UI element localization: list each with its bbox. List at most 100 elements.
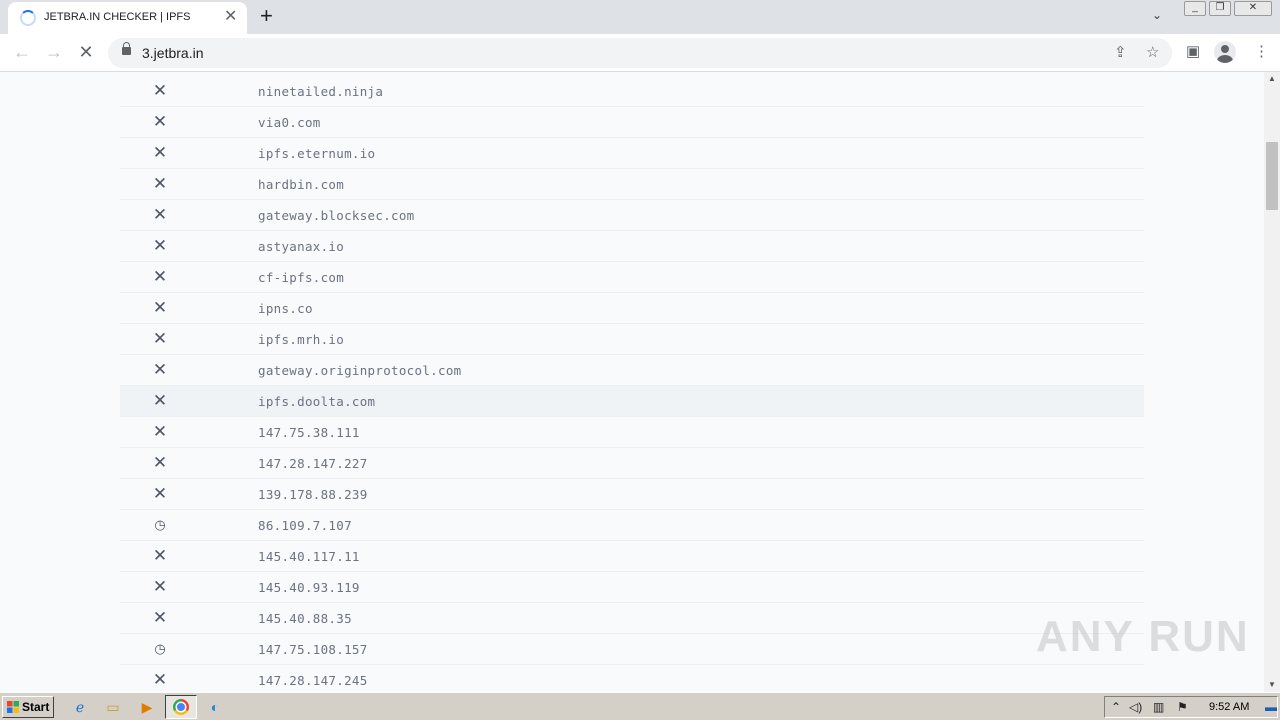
media-player-icon[interactable]: ▶ [137, 697, 157, 717]
restore-button[interactable]: ❐ [1209, 1, 1231, 16]
bookmark-star-icon[interactable]: ☆ [1146, 43, 1159, 61]
close-window-button[interactable]: ✕ [1234, 1, 1272, 16]
gateway-host: 147.75.38.111 [258, 425, 360, 440]
windows-logo-icon [7, 701, 19, 713]
address-bar[interactable]: 3.jetbra.in ⇪ ☆ [108, 38, 1172, 68]
menu-icon[interactable]: ⋮ [1254, 42, 1269, 60]
gateway-host: 145.40.117.11 [258, 549, 360, 564]
gateway-host: ipfs.eternum.io [258, 146, 376, 161]
gateway-host: 147.28.147.227 [258, 456, 368, 471]
show-desktop-icon[interactable]: ▬ [1265, 700, 1277, 714]
volume-icon[interactable]: ◁) [1129, 700, 1142, 714]
table-row: ◷ 86.109.7.107 [120, 510, 1144, 541]
failed-x-icon: ✕ [152, 608, 168, 627]
table-row: ✕ 145.40.117.11 [120, 541, 1144, 572]
network-icon[interactable]: ▥ [1153, 700, 1164, 714]
table-row: ✕ ninetailed.ninja [120, 76, 1144, 107]
table-row: ✕ cf-ipfs.com [120, 262, 1144, 293]
gateway-host: ipfs.mrh.io [258, 332, 345, 347]
table-row: ◷ 147.75.108.157 [120, 634, 1144, 665]
loading-spinner-icon [20, 10, 36, 26]
table-row: ✕ ipfs.mrh.io [120, 324, 1144, 355]
gateway-host: ipfs.doolta.com [258, 394, 376, 409]
failed-x-icon: ✕ [152, 298, 168, 317]
failed-x-icon: ✕ [152, 577, 168, 596]
chrome-icon [173, 699, 189, 715]
table-row: ✕ via0.com [120, 107, 1144, 138]
scrollbar-thumb[interactable] [1266, 142, 1278, 210]
table-row: ✕ 147.28.147.227 [120, 448, 1144, 479]
tab-strip: JETBRA.IN CHECKER | IPFS ✕ + ⌄ _ ❐ ✕ [0, 0, 1280, 34]
table-row: ✕ 145.40.93.119 [120, 572, 1144, 603]
failed-x-icon: ✕ [152, 453, 168, 472]
failed-x-icon: ✕ [152, 267, 168, 286]
tab-close-icon[interactable]: ✕ [224, 9, 237, 25]
start-button[interactable]: Start [2, 696, 54, 718]
tray-expand-icon[interactable]: ⌃ [1111, 700, 1121, 714]
failed-x-icon: ✕ [152, 360, 168, 379]
share-icon[interactable]: ⇪ [1114, 43, 1127, 61]
taskbar-clock[interactable]: 9:52 AM [1209, 701, 1249, 713]
failed-x-icon: ✕ [152, 112, 168, 131]
tab-title: JETBRA.IN CHECKER | IPFS [44, 11, 191, 23]
table-row: ✕ 139.178.88.239 [120, 479, 1144, 510]
gateway-host: astyanax.io [258, 239, 345, 254]
table-row: ✕ gateway.blocksec.com [120, 200, 1144, 231]
folder-icon[interactable]: ▭ [103, 697, 123, 717]
failed-x-icon: ✕ [152, 329, 168, 348]
table-row: ✕ 147.75.38.111 [120, 417, 1144, 448]
failed-x-icon: ✕ [152, 670, 168, 689]
page-scrollbar[interactable]: ▲ ▼ [1264, 72, 1280, 692]
failed-x-icon: ✕ [152, 484, 168, 503]
url-text[interactable]: 3.jetbra.in [142, 45, 203, 61]
failed-x-icon: ✕ [152, 422, 168, 441]
back-icon[interactable]: ← [10, 40, 34, 64]
gateway-host: ninetailed.ninja [258, 84, 384, 99]
table-row: ✕ gateway.originprotocol.com [120, 355, 1144, 386]
edge-icon[interactable]: ◐ [205, 697, 225, 717]
table-row: ✕ ipns.co [120, 293, 1144, 324]
gateway-host: 145.40.93.119 [258, 580, 360, 595]
table-row: ✕ ipfs.doolta.com [120, 386, 1144, 417]
gateway-host: 147.28.147.245 [258, 673, 368, 688]
side-panel-icon[interactable]: ▣ [1186, 42, 1200, 60]
browser-tab[interactable]: JETBRA.IN CHECKER | IPFS ✕ [8, 2, 247, 34]
new-tab-icon[interactable]: + [260, 5, 273, 27]
gateway-host: via0.com [258, 115, 321, 130]
failed-x-icon: ✕ [152, 174, 168, 193]
table-row: ✕ 147.28.147.245 [120, 665, 1144, 692]
minimize-button[interactable]: _ [1184, 1, 1206, 16]
scroll-up-arrow-icon[interactable]: ▲ [1264, 72, 1280, 86]
lock-icon[interactable] [122, 42, 131, 55]
table-row: ✕ hardbin.com [120, 169, 1144, 200]
action-center-flag-icon[interactable]: ⚑ [1177, 700, 1188, 714]
failed-x-icon: ✕ [152, 143, 168, 162]
failed-x-icon: ✕ [152, 205, 168, 224]
system-tray: ⌃ ◁) ▥ ⚑ 9:52 AM ▬ [1104, 696, 1278, 718]
gateway-host: cf-ipfs.com [258, 270, 345, 285]
gateway-host: ipns.co [258, 301, 313, 316]
profile-avatar-icon[interactable] [1214, 41, 1236, 63]
table-row: ✕ ipfs.eternum.io [120, 138, 1144, 169]
start-label: Start [22, 700, 50, 714]
chrome-taskbar-button[interactable] [165, 695, 197, 719]
tab-search-icon[interactable]: ⌄ [1152, 8, 1162, 22]
stop-loading-icon[interactable]: ✕ [74, 40, 98, 64]
gateway-host: gateway.blocksec.com [258, 208, 415, 223]
gateway-host: 147.75.108.157 [258, 642, 368, 657]
table-row: ✕ 145.40.88.35 [120, 603, 1144, 634]
taskbar: Start ℯ ▭ ▶ ◐ ⌃ ◁) ▥ ⚑ 9:52 AM ▬ [0, 692, 1280, 720]
scroll-down-arrow-icon[interactable]: ▼ [1264, 678, 1280, 692]
anyrun-watermark: ANY RUN [1036, 612, 1250, 661]
table-row: ✕ astyanax.io [120, 231, 1144, 262]
pending-clock-icon: ◷ [154, 517, 166, 532]
failed-x-icon: ✕ [152, 236, 168, 255]
gateway-host: 145.40.88.35 [258, 611, 352, 626]
pending-clock-icon: ◷ [154, 641, 166, 656]
ie-icon[interactable]: ℯ [70, 697, 90, 717]
failed-x-icon: ✕ [152, 81, 168, 100]
gateway-host: 139.178.88.239 [258, 487, 368, 502]
failed-x-icon: ✕ [152, 546, 168, 565]
failed-x-icon: ✕ [152, 391, 168, 410]
forward-icon[interactable]: → [42, 40, 66, 64]
